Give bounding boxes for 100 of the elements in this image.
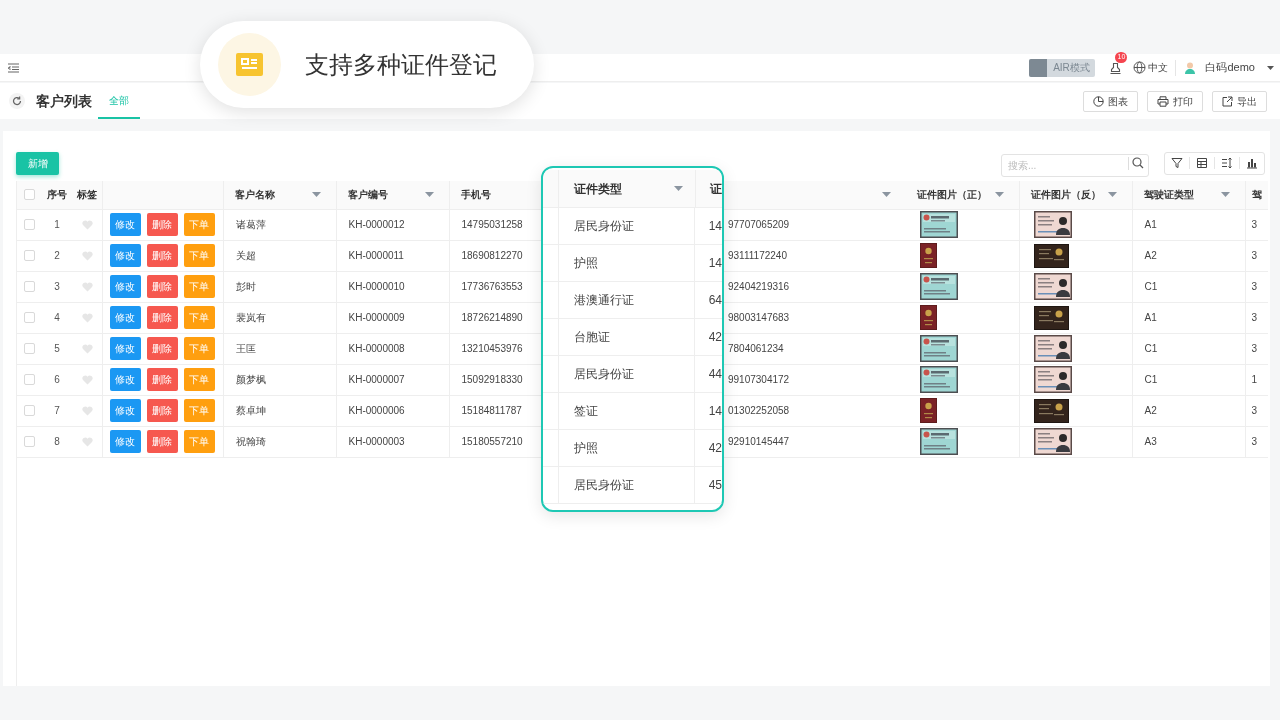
table-cell: 裴岚有 (235, 312, 266, 323)
delete-button[interactable]: 删除 (146, 275, 178, 298)
row-number: 8 (54, 436, 60, 447)
toolbar-button[interactable]: 图表 (1083, 90, 1138, 112)
printer-icon (1157, 95, 1169, 107)
table-cell: 15184811787 (461, 405, 522, 416)
order-button[interactable]: 下单 (183, 275, 215, 298)
table-cell: 18726214890 (461, 312, 523, 323)
edit-button[interactable]: 修改 (109, 368, 141, 391)
table-cell: 3 (1251, 405, 1258, 416)
delete-button[interactable]: 删除 (146, 213, 178, 236)
checkbox[interactable] (23, 219, 35, 230)
checkbox[interactable] (23, 436, 35, 447)
checkbox[interactable] (23, 189, 35, 201)
table-cell: A1 (1144, 312, 1157, 323)
globe-icon[interactable] (1133, 61, 1147, 74)
order-button[interactable]: 下单 (183, 368, 215, 391)
bar-chart-icon[interactable] (1246, 157, 1258, 169)
table-cell: C1 (1144, 343, 1158, 354)
order-button[interactable]: 下单 (183, 430, 215, 453)
table-cell-text: 居民身份证 (573, 366, 634, 383)
tab[interactable]: 全部 (98, 83, 140, 119)
table-cell: 3 (1251, 312, 1258, 323)
sort-caret-icon[interactable] (674, 186, 683, 191)
delete-button[interactable]: 删除 (146, 306, 178, 329)
sort-caret-icon[interactable] (311, 192, 321, 198)
edit-button[interactable]: 修改 (109, 399, 141, 422)
checkbox[interactable] (23, 343, 35, 354)
checkbox[interactable] (23, 312, 35, 323)
sort-caret-icon[interactable] (1107, 192, 1117, 198)
checkbox[interactable] (23, 374, 35, 385)
user-name[interactable]: 白码demo (1205, 59, 1255, 76)
column-header: 证件类型 (573, 180, 622, 198)
table-cell: 3 (1251, 343, 1258, 354)
table-cell: KH-0000006 (348, 405, 405, 416)
sort-icon[interactable] (1221, 157, 1233, 169)
edit-button[interactable]: 修改 (109, 430, 141, 453)
table-cell: 01302252058 (728, 405, 790, 416)
sort-caret-icon[interactable] (994, 192, 1004, 198)
add-button[interactable]: 新增 (16, 151, 59, 175)
row-number: 1 (54, 219, 60, 230)
table-cell: 92910145447 (728, 436, 790, 447)
language-link[interactable]: 中文 (1148, 60, 1169, 75)
table-cell: KH-0000007 (348, 374, 405, 385)
sort-caret-icon[interactable] (1220, 192, 1230, 198)
column-header: 证件图片（反） (1030, 188, 1101, 203)
table-cell: 王匡 (235, 343, 256, 354)
row-number: 7 (54, 405, 60, 416)
stamp-icon[interactable] (1109, 61, 1123, 75)
table-cell-text: 44 (708, 366, 722, 383)
table-cell: KH-0000010 (348, 281, 405, 292)
table-cell: 1 (1251, 374, 1258, 385)
table-cell: 18690812270 (461, 250, 523, 261)
toolbar-button[interactable]: 打印 (1147, 90, 1203, 112)
sort-caret-icon[interactable] (424, 192, 434, 198)
filter-icon[interactable] (1171, 157, 1183, 169)
checkbox[interactable] (23, 281, 35, 292)
edit-button[interactable]: 修改 (109, 244, 141, 267)
table-cell-text: 42 (708, 329, 722, 346)
table-cell-text: 42 (708, 440, 722, 457)
sort-caret-icon[interactable] (882, 192, 891, 198)
table-cell: KH-0000009 (348, 312, 405, 323)
delete-button[interactable]: 删除 (146, 430, 178, 453)
refresh-icon[interactable] (9, 93, 25, 109)
caret-icon[interactable] (1267, 65, 1274, 70)
column-header: 标签 (77, 188, 98, 203)
table-cell: 关超 (235, 250, 256, 261)
menu-icon[interactable] (8, 62, 19, 73)
toolbar-button[interactable]: 导出 (1212, 90, 1267, 112)
search-icon[interactable] (1132, 156, 1144, 169)
columns-icon[interactable] (1196, 157, 1208, 169)
edit-button[interactable]: 修改 (109, 337, 141, 360)
avatar-icon (1183, 60, 1198, 75)
edit-button[interactable]: 修改 (109, 213, 141, 236)
order-button[interactable]: 下单 (183, 213, 215, 236)
column-header: 客户名称 (234, 188, 275, 203)
table-cell: 97707065209 (728, 219, 790, 230)
pie-chart-icon (1093, 95, 1104, 107)
order-button[interactable]: 下单 (183, 399, 215, 422)
edit-button[interactable]: 修改 (109, 306, 141, 329)
delete-button[interactable]: 删除 (146, 368, 178, 391)
checkbox[interactable] (23, 250, 35, 261)
page-title: 客户列表 (36, 91, 92, 111)
delete-button[interactable]: 删除 (146, 399, 178, 422)
export-icon (1222, 95, 1233, 107)
table-cell: KH-0000003 (348, 436, 405, 447)
order-button[interactable]: 下单 (183, 244, 215, 267)
table-cell: 93111172240 (728, 250, 787, 261)
delete-button[interactable]: 删除 (146, 244, 178, 267)
air-mode-toggle[interactable]: AIR模式 (1029, 58, 1096, 77)
edit-button[interactable]: 修改 (109, 275, 141, 298)
checkbox[interactable] (23, 405, 35, 416)
table-cell-text: 护照 (573, 255, 598, 272)
table-cell: 15180557210 (461, 436, 523, 447)
order-button[interactable]: 下单 (183, 337, 215, 360)
table-cell: 蔡卓坤 (235, 405, 266, 416)
table-cell: A3 (1144, 436, 1157, 447)
search-field[interactable]: 搜索... (1001, 153, 1149, 177)
order-button[interactable]: 下单 (183, 306, 215, 329)
delete-button[interactable]: 删除 (146, 337, 178, 360)
